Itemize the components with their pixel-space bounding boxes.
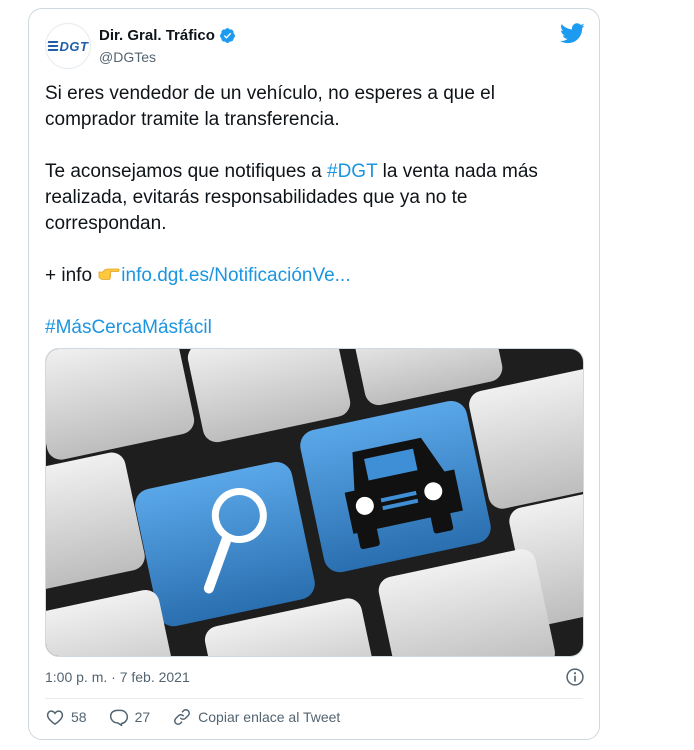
dgt-logo-icon: DGT <box>47 38 89 54</box>
copy-link-label: Copiar enlace al Tweet <box>198 709 341 725</box>
keyboard-illustration <box>46 349 583 656</box>
link-icon <box>174 709 191 725</box>
reply-icon <box>109 709 128 727</box>
tweet-paragraph: + info info.dgt.es/NotificaciónVe... <box>45 263 575 289</box>
info-icon[interactable] <box>565 667 585 687</box>
reply-button[interactable]: 27 <box>109 707 151 727</box>
author-name-row[interactable]: Dir. Gral. Tráfico <box>99 27 236 44</box>
pointing-hand-emoji <box>98 268 120 280</box>
text-fragment: + info <box>45 265 98 286</box>
display-name[interactable]: Dir. Gral. Tráfico <box>99 27 215 44</box>
hashtag-dgt-link[interactable]: #DGT <box>327 161 377 182</box>
tweet-text: Si eres vendedor de un vehículo, no espe… <box>45 81 575 367</box>
like-count: 58 <box>71 709 87 725</box>
tweet-image[interactable] <box>45 348 584 657</box>
text-fragment: Te aconsejamos que notifiques a <box>45 161 328 182</box>
like-button[interactable]: 58 <box>45 707 87 727</box>
tweet-paragraph: Si eres vendedor de un vehículo, no espe… <box>45 83 495 130</box>
action-bar: 58 27 Copiar enlace al Tweet <box>45 707 362 727</box>
twitter-bird-icon[interactable] <box>560 23 585 44</box>
handle[interactable]: @DGTes <box>99 49 156 65</box>
tweet-paragraph: #MásCercaMásfácil <box>45 315 575 341</box>
hashtag-link[interactable]: #MásCercaMásfácil <box>45 317 212 338</box>
timestamp[interactable]: 1:00 p. m. · 7 feb. 2021 <box>45 669 190 685</box>
tweet-card: DGT Dir. Gral. Tráfico @DGTes Si eres ve… <box>28 8 600 740</box>
info-link[interactable]: info.dgt.es/NotificaciónVe... <box>121 265 350 286</box>
logo-lines <box>47 41 58 51</box>
heart-icon <box>46 710 64 725</box>
verified-icon <box>219 28 235 43</box>
reply-count: 27 <box>134 709 151 725</box>
avatar[interactable]: DGT <box>45 23 91 69</box>
tweet-paragraph: Te aconsejamos que notifiques a #DGT la … <box>45 159 575 237</box>
divider <box>45 698 583 699</box>
copy-link-button[interactable]: Copiar enlace al Tweet <box>172 707 340 727</box>
logo-text: DGT <box>59 38 89 54</box>
